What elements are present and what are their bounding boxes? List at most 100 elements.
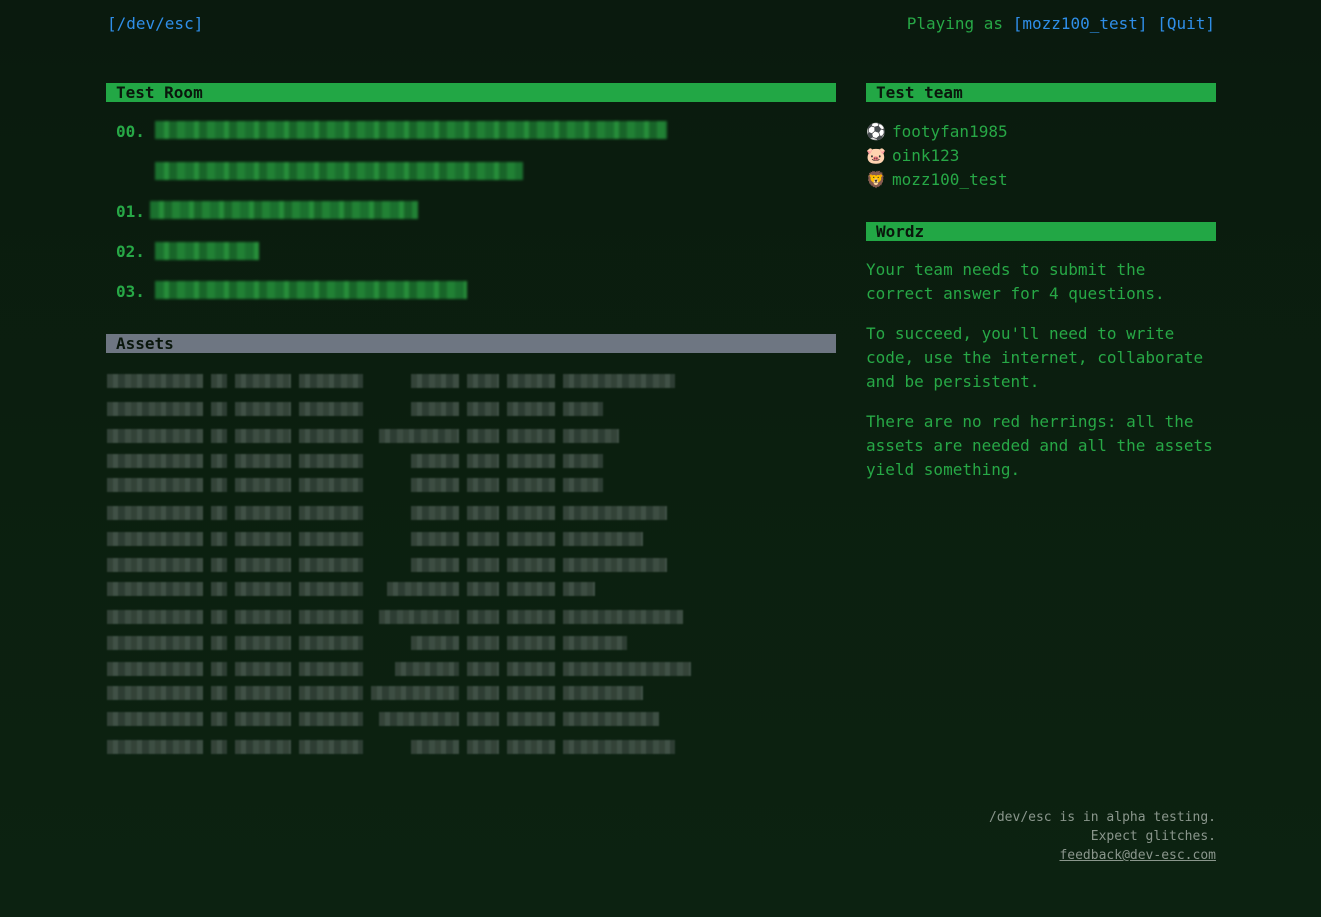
redacted-text [507,402,555,416]
redacted-text [467,686,499,700]
redacted-text [563,662,691,676]
redacted-text [107,374,203,388]
redacted-text [467,454,499,468]
question-text-redacted [150,201,418,219]
feedback-email-link[interactable]: feedback@dev-esc.com [1059,848,1216,863]
team-member-name: footyfan1985 [892,122,1008,141]
redacted-text [299,582,363,596]
redacted-text [299,662,363,676]
redacted-text [107,558,203,572]
redacted-text [371,686,459,700]
wordz-paragraph: To succeed, you'll need to write code, u… [866,324,1204,391]
redacted-text [107,582,203,596]
redacted-text [211,374,227,388]
redacted-text [235,712,291,726]
redacted-text [107,662,203,676]
redacted-text [211,429,227,443]
playing-as-label: Playing as [906,14,1013,33]
redacted-text [411,558,459,572]
redacted-text [563,429,619,443]
team-member: ⚽ footyfan1985 [866,120,1008,144]
redacted-text [507,610,555,624]
redacted-text [299,558,363,572]
redacted-text [507,374,555,388]
team-list: ⚽ footyfan1985 🐷 oink123 🦁 mozz100_test [866,120,1008,192]
redacted-text [107,532,203,546]
redacted-text [107,712,203,726]
redacted-text [467,532,499,546]
redacted-text [379,610,459,624]
redacted-text [467,506,499,520]
question-text-redacted [155,242,259,260]
redacted-text [563,374,675,388]
redacted-text [467,374,499,388]
room-title: Test Room [106,83,836,102]
redacted-text [507,558,555,572]
redacted-text [211,712,227,726]
redacted-text [299,532,363,546]
redacted-text [211,636,227,650]
user-status: Playing as [mozz100_test] [Quit] [907,14,1215,33]
redacted-text [507,712,555,726]
redacted-text [467,582,499,596]
redacted-text [107,636,203,650]
redacted-text [107,740,203,754]
redacted-text [467,558,499,572]
redacted-text [563,610,683,624]
redacted-text [563,532,643,546]
wordz-description: Your team needs to submit the correct an… [866,258,1221,498]
redacted-text [507,532,555,546]
redacted-text [507,454,555,468]
question-text-redacted [155,281,467,299]
redacted-text [211,532,227,546]
redacted-text [299,712,363,726]
redacted-text [395,662,459,676]
redacted-text [107,454,203,468]
team-member-name: oink123 [892,146,960,165]
redacted-text [235,402,291,416]
redacted-text [235,374,291,388]
team-member: 🦁 mozz100_test [866,168,1008,192]
redacted-text [299,478,363,492]
redacted-text [211,582,227,596]
redacted-text [563,740,675,754]
redacted-text [507,686,555,700]
redacted-text [235,740,291,754]
question-number-0: 00. [116,122,145,141]
redacted-text [107,429,203,443]
team-member-name: mozz100_test [892,170,1008,189]
redacted-text [211,454,227,468]
redacted-text [563,506,667,520]
redacted-text [563,636,627,650]
home-link[interactable]: [/dev/esc] [107,14,203,33]
username-link[interactable]: [mozz100_test] [1013,14,1148,33]
redacted-text [467,478,499,492]
redacted-text [107,686,203,700]
redacted-text [507,429,555,443]
redacted-text [467,429,499,443]
redacted-text [563,686,643,700]
redacted-text [507,662,555,676]
redacted-text [467,712,499,726]
redacted-text [235,532,291,546]
football-icon: ⚽ [866,122,886,141]
redacted-text [235,506,291,520]
question-number-2: 02. [116,242,145,261]
question-text-redacted [155,162,523,180]
redacted-text [211,662,227,676]
wordz-paragraph: Your team needs to submit the correct an… [866,260,1165,303]
redacted-text [563,478,603,492]
redacted-text [299,374,363,388]
wordz-title: Wordz [866,222,1216,241]
redacted-text [235,662,291,676]
team-title: Test team [866,83,1216,102]
redacted-text [299,636,363,650]
redacted-text [107,478,203,492]
redacted-text [299,740,363,754]
redacted-text [235,429,291,443]
redacted-text [299,454,363,468]
quit-link[interactable]: [Quit] [1157,14,1215,33]
redacted-text [411,740,459,754]
redacted-text [507,740,555,754]
footer-glitch-notice: Expect glitches. [1090,829,1216,844]
